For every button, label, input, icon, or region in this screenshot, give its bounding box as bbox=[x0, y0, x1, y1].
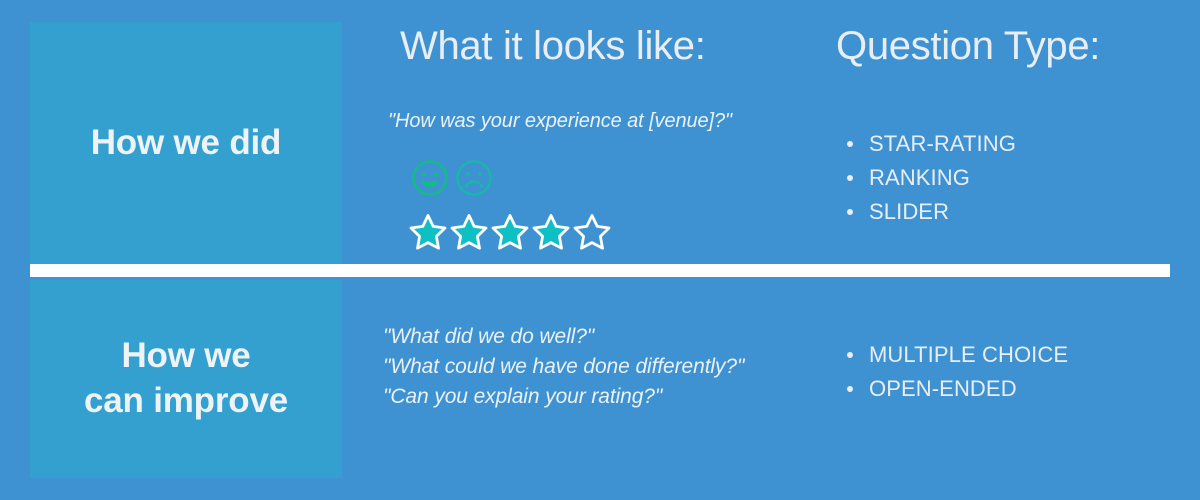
smiley-face-icon bbox=[410, 158, 450, 198]
row-label-how-we-can-improve: How we can improve bbox=[84, 334, 288, 424]
question-type-label: STAR-RATING bbox=[869, 131, 1016, 156]
list-item: SLIDER bbox=[845, 195, 1016, 229]
column-header-question-type: Question Type: bbox=[836, 24, 1101, 68]
question-type-label: OPEN-ENDED bbox=[869, 376, 1017, 401]
column-header-what-it-looks-like: What it looks like: bbox=[400, 24, 706, 68]
example-question: "What did we do well?" bbox=[383, 325, 595, 348]
bullet-icon bbox=[847, 175, 853, 181]
example-question-how-we-did: "How was your experience at [venue]?" bbox=[388, 110, 733, 132]
row-label-line-2: can improve bbox=[84, 381, 288, 420]
row-label-panel-how-we-can-improve: How we can improve bbox=[30, 280, 342, 478]
question-type-list-how-we-can-improve: MULTIPLE CHOICE OPEN-ENDED bbox=[845, 338, 1068, 406]
star-icon-filled-2 bbox=[449, 212, 489, 252]
star-icon-filled-3 bbox=[490, 212, 530, 252]
row-label-panel-how-we-did: How we did bbox=[30, 22, 342, 265]
list-item: STAR-RATING bbox=[845, 127, 1016, 161]
question-type-list-how-we-did: STAR-RATING RANKING SLIDER bbox=[845, 127, 1016, 229]
face-rating-example bbox=[410, 158, 494, 198]
bullet-icon bbox=[847, 386, 853, 392]
bullet-icon bbox=[847, 141, 853, 147]
example-questions-how-we-can-improve: "What did we do well?" "What could we ha… bbox=[383, 322, 744, 412]
question-type-label: MULTIPLE CHOICE bbox=[869, 342, 1069, 367]
star-icon-empty-5 bbox=[572, 212, 612, 252]
bullet-icon bbox=[847, 209, 853, 215]
frowny-face-icon bbox=[454, 158, 494, 198]
star-rating-example bbox=[408, 212, 612, 252]
row-label-line-1: How we bbox=[121, 336, 251, 376]
bullet-icon bbox=[847, 352, 853, 358]
question-type-label: SLIDER bbox=[869, 199, 950, 224]
example-question: "Can you explain your rating?" bbox=[383, 385, 663, 408]
list-item: MULTIPLE CHOICE bbox=[845, 338, 1068, 372]
row-label-how-we-did: How we did bbox=[90, 123, 282, 163]
list-item: RANKING bbox=[845, 161, 1016, 195]
list-item: OPEN-ENDED bbox=[845, 372, 1068, 406]
star-icon-filled-4 bbox=[531, 212, 571, 252]
infographic-canvas: How we did How we can improve What it lo… bbox=[0, 0, 1200, 500]
question-type-label: RANKING bbox=[869, 165, 970, 190]
row-divider bbox=[30, 264, 1170, 277]
star-icon-filled-1 bbox=[408, 212, 448, 252]
example-question: "What could we have done differently?" bbox=[383, 355, 745, 378]
